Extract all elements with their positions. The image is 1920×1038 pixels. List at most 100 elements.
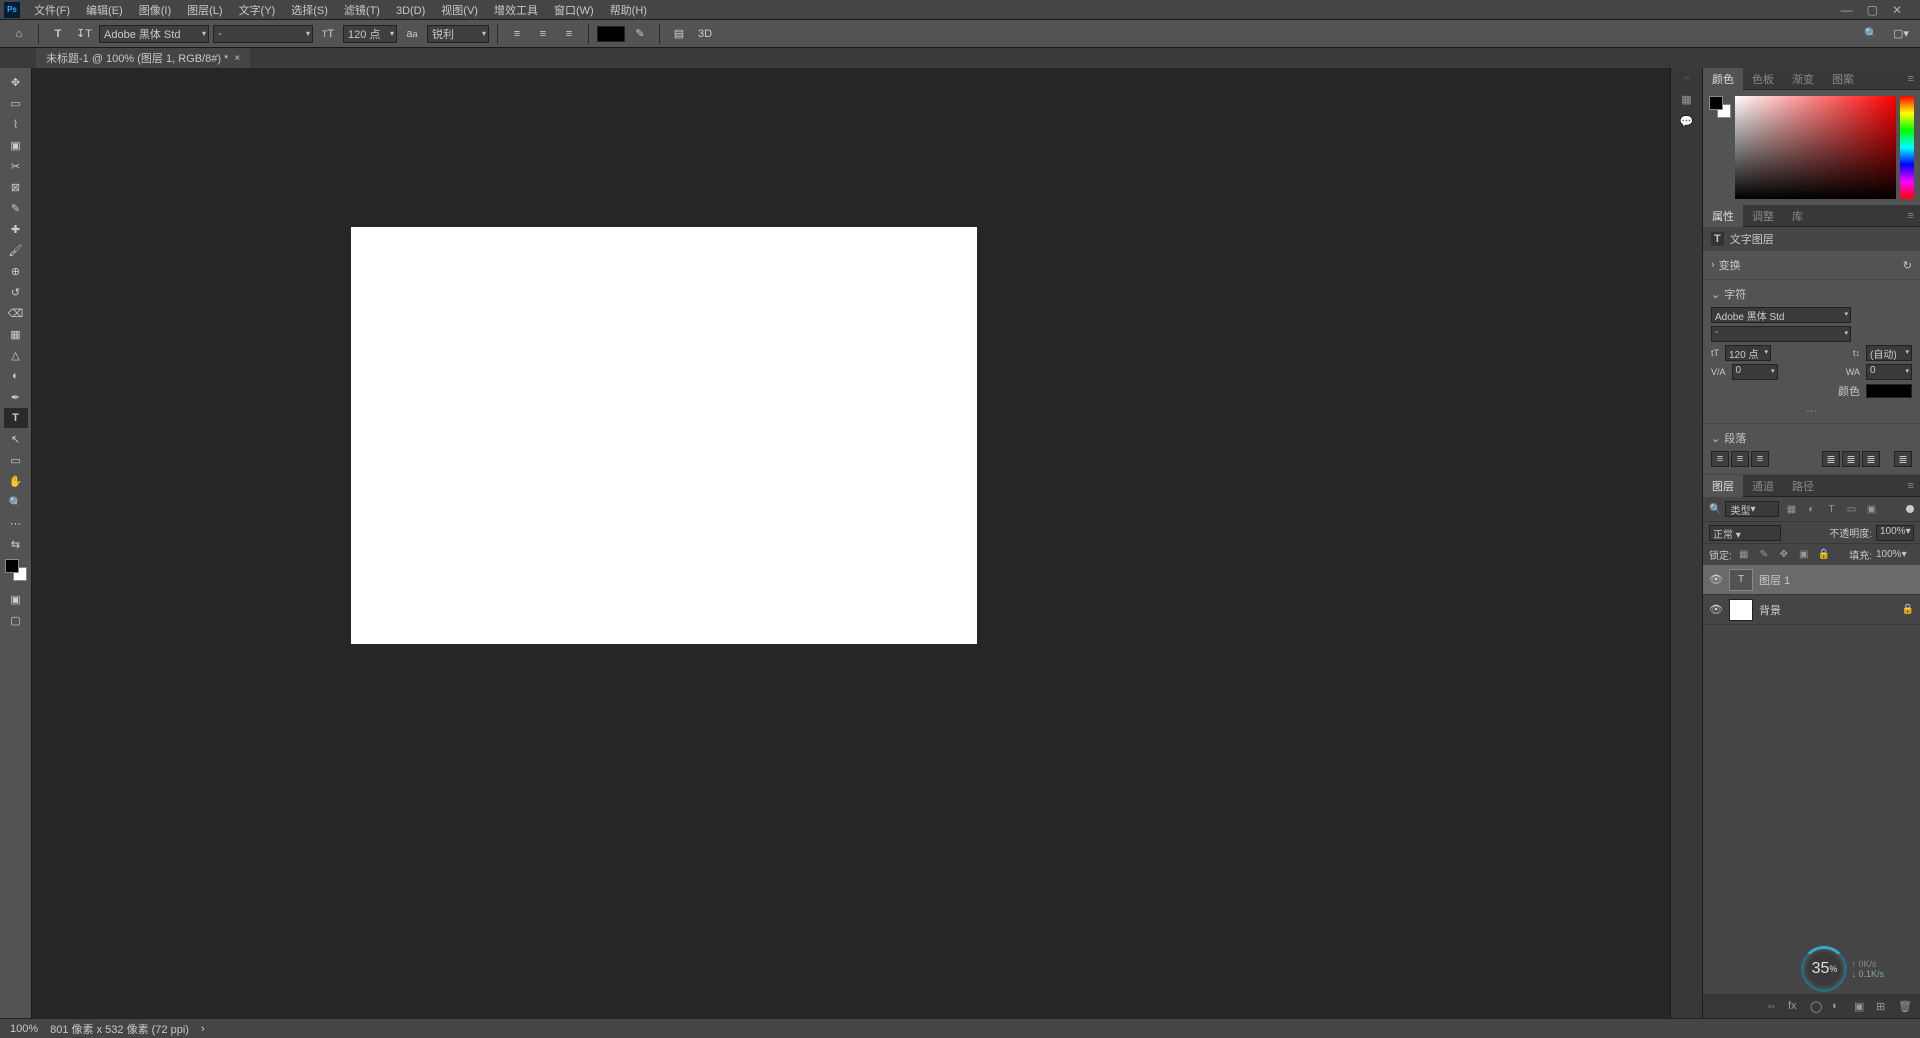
prop-tab[interactable]: 调整 xyxy=(1743,205,1783,227)
workspace-button[interactable]: ▢▾ xyxy=(1890,23,1912,45)
maximize-button[interactable]: ▢ xyxy=(1867,3,1878,17)
minimize-button[interactable]: — xyxy=(1841,3,1853,17)
para-justify-2[interactable]: ≣ xyxy=(1842,451,1860,467)
color-switch[interactable]: ⇆ xyxy=(4,534,28,554)
para-justify-1[interactable]: ≣ xyxy=(1822,451,1840,467)
text-orientation-button[interactable]: ↧T xyxy=(73,23,95,45)
char-wa-input[interactable]: 0▾ xyxy=(1866,364,1912,380)
zoom-tool[interactable]: 🔍 xyxy=(4,492,28,512)
menu-增效工具[interactable]: 增效工具 xyxy=(486,3,546,19)
delete-layer-button[interactable]: 🗑 xyxy=(1898,1000,1912,1013)
char-color-swatch[interactable] xyxy=(1866,384,1912,398)
font-family-dropdown[interactable]: Adobe 黑体 Std▾ xyxy=(99,25,209,43)
char-leading-input[interactable]: (自动)▾ xyxy=(1866,345,1912,361)
panel-menu-button[interactable]: ≡ xyxy=(1902,480,1920,492)
char-style-dropdown[interactable]: -▾ xyxy=(1711,326,1851,342)
history-brush-tool[interactable]: ↺ xyxy=(4,282,28,302)
text-tool[interactable]: T xyxy=(4,408,28,428)
char-size-input[interactable]: 120 点▾ xyxy=(1725,345,1771,361)
para-align-left[interactable]: ≡ xyxy=(1711,451,1729,467)
edit-toolbar[interactable]: ⋯ xyxy=(4,513,28,533)
lock-pixel[interactable]: ✎ xyxy=(1756,547,1772,563)
layer-mask-button[interactable]: ◯ xyxy=(1810,1000,1824,1013)
doc-info-arrow[interactable]: › xyxy=(201,1023,205,1035)
close-button[interactable]: ✕ xyxy=(1892,3,1902,17)
hand-tool[interactable]: ✋ xyxy=(4,471,28,491)
group-button[interactable]: ▣ xyxy=(1854,1000,1868,1013)
layer-fx-button[interactable]: fx xyxy=(1788,1000,1802,1012)
filter-shape[interactable]: ▭ xyxy=(1843,501,1859,517)
visibility-toggle[interactable]: 👁 xyxy=(1709,573,1723,586)
text-tool-indicator[interactable]: T xyxy=(47,23,69,45)
menu-文字(Y)[interactable]: 文字(Y) xyxy=(231,3,284,19)
color-fgbg[interactable] xyxy=(1709,96,1731,118)
tab-close-button[interactable]: × xyxy=(234,53,240,64)
doc-info[interactable]: 801 像素 x 532 像素 (72 ppi) xyxy=(50,1021,189,1037)
layer-filter-dropdown[interactable]: 类型▾ xyxy=(1725,501,1779,517)
transform-section[interactable]: › 变换↻ xyxy=(1711,255,1912,275)
filter-text[interactable]: T xyxy=(1823,501,1839,517)
gradient-tool[interactable]: ▦ xyxy=(4,324,28,344)
color-tab[interactable]: 渐变 xyxy=(1783,68,1823,90)
layer-row[interactable]: 👁 背景 🔒 xyxy=(1703,595,1920,625)
character-section[interactable]: ⌄ 字符 xyxy=(1711,284,1912,304)
layer-tab[interactable]: 路径 xyxy=(1783,475,1823,497)
menu-图像(I)[interactable]: 图像(I) xyxy=(131,3,179,19)
hue-slider[interactable] xyxy=(1900,96,1914,199)
menu-文件(F)[interactable]: 文件(F) xyxy=(26,3,78,19)
lock-all[interactable]: ▦ xyxy=(1736,547,1752,563)
font-style-dropdown[interactable]: -▾ xyxy=(213,25,313,43)
lasso-tool[interactable]: ⌇ xyxy=(4,114,28,134)
menu-滤镜(T)[interactable]: 滤镜(T) xyxy=(336,3,388,19)
color-field[interactable] xyxy=(1735,96,1896,199)
shape-tool[interactable]: ▭ xyxy=(4,450,28,470)
lock-artboard[interactable]: ▣ xyxy=(1796,547,1812,563)
visibility-toggle[interactable]: 👁 xyxy=(1709,603,1723,616)
menu-窗口(W)[interactable]: 窗口(W) xyxy=(546,3,602,19)
layer-tab[interactable]: 通道 xyxy=(1743,475,1783,497)
filter-smart[interactable]: ▣ xyxy=(1863,501,1879,517)
canvas[interactable] xyxy=(351,227,977,644)
zoom-display[interactable]: 100% xyxy=(10,1023,38,1035)
document-tab[interactable]: 未标题-1 @ 100% (图层 1, RGB/8#) *× xyxy=(36,48,250,68)
panel-menu-button[interactable]: ≡ xyxy=(1902,73,1920,85)
filter-adj[interactable]: ◐ xyxy=(1803,501,1819,517)
canvas-area[interactable] xyxy=(32,68,1670,1018)
char-font-dropdown[interactable]: Adobe 黑体 Std▾ xyxy=(1711,307,1851,323)
healing-tool[interactable]: ✚ xyxy=(4,219,28,239)
frame-tool[interactable]: ⊠ xyxy=(4,177,28,197)
menu-图层(L)[interactable]: 图层(L) xyxy=(179,3,230,19)
menu-帮助(H)[interactable]: 帮助(H) xyxy=(602,3,655,19)
rail-tab-1[interactable]: ▦ xyxy=(1675,88,1699,110)
opacity-input[interactable]: 100%▾ xyxy=(1876,525,1914,541)
move-tool[interactable]: ✥ xyxy=(4,72,28,92)
warp-text-button[interactable]: ✎ xyxy=(629,23,651,45)
object-select-tool[interactable]: ▣ xyxy=(4,135,28,155)
prop-tab[interactable]: 属性 xyxy=(1703,205,1743,227)
adjustment-layer-button[interactable]: ◐ xyxy=(1832,1000,1846,1012)
prop-tab[interactable]: 库 xyxy=(1783,205,1812,227)
color-tab[interactable]: 图案 xyxy=(1823,68,1863,90)
eyedropper-tool[interactable]: ✎ xyxy=(4,198,28,218)
antialias-dropdown[interactable]: 锐利▾ xyxy=(427,25,489,43)
character-panel-button[interactable]: ▤ xyxy=(668,23,690,45)
lock-full[interactable]: 🔒 xyxy=(1816,547,1832,563)
align-right-button[interactable]: ≡ xyxy=(558,23,580,45)
para-justify-all[interactable]: ≣ xyxy=(1894,451,1912,467)
filter-pixel[interactable]: ▦ xyxy=(1783,501,1799,517)
layer-tab[interactable]: 图层 xyxy=(1703,475,1743,497)
para-align-center[interactable]: ≡ xyxy=(1731,451,1749,467)
color-tab[interactable]: 颜色 xyxy=(1703,68,1743,90)
brush-tool[interactable]: 🖌 xyxy=(4,240,28,260)
layer-row[interactable]: 👁 T 图层 1 xyxy=(1703,565,1920,595)
blur-tool[interactable]: △ xyxy=(4,345,28,365)
lock-pos[interactable]: ✥ xyxy=(1776,547,1792,563)
menu-选择(S)[interactable]: 选择(S) xyxy=(283,3,336,19)
search-button[interactable]: 🔍 xyxy=(1860,23,1882,45)
align-left-button[interactable]: ≡ xyxy=(506,23,528,45)
text-color-swatch[interactable] xyxy=(597,26,625,42)
clone-tool[interactable]: ⊕ xyxy=(4,261,28,281)
menu-视图(V)[interactable]: 视图(V) xyxy=(433,3,486,19)
3d-button[interactable]: 3D xyxy=(694,23,716,45)
new-layer-button[interactable]: ⊞ xyxy=(1876,1000,1890,1013)
